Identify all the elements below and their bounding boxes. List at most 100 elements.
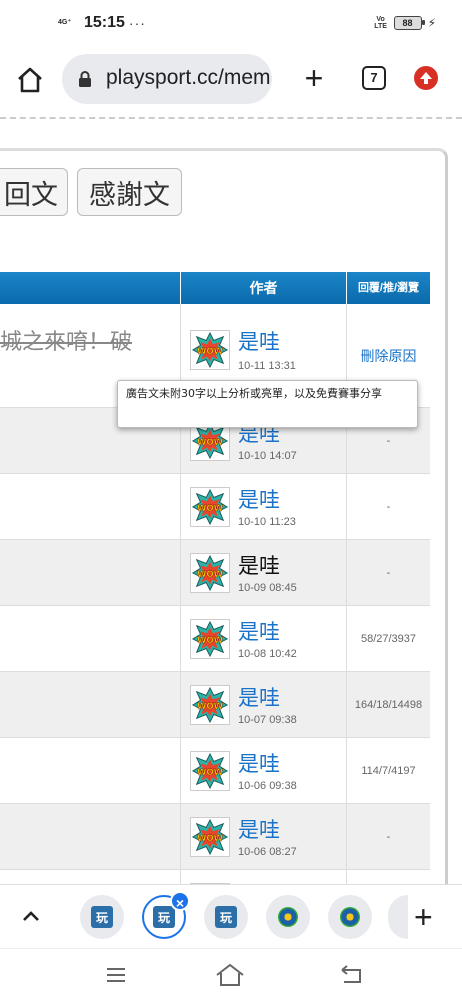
header-author: 作者 [180,272,346,304]
stats-cell: 58/27/3937 [346,606,430,671]
author-name[interactable]: 是哇 [238,326,280,356]
avatar[interactable]: WOW [190,330,230,370]
avatar[interactable]: WOW [190,685,230,725]
wow-avatar-icon: WOW [191,331,229,369]
table-header: 作者 回覆/推/瀏覽 [0,272,430,304]
clock: 15:15 [84,14,125,31]
table-row[interactable]: WOW 是哇 [0,870,430,884]
status-right: Vo LTE 88 ⚡ [374,16,436,30]
notification-dots: ··· [128,15,146,31]
tooltip: 廣告文未附30字以上分析或亮單，以及免費賽事分享 [117,380,418,428]
tab-item[interactable] [266,895,310,939]
author-cell: WOW 是哇 [180,870,346,884]
post-table: 作者 回覆/推/瀏覽 城之來唷！破 WOW 是哇 10-11 13:31 刪除原… [0,272,430,884]
table-row[interactable]: WOW 是哇 10-08 10:42 58/27/3937 [0,606,430,672]
home-icon [18,67,42,93]
charging-icon: ⚡ [427,16,436,30]
author-name[interactable]: 是哇 [238,814,280,844]
avatar[interactable]: WOW [190,553,230,593]
volte-icon: Vo LTE [374,16,387,30]
stats-cell: - [346,474,430,539]
wow-avatar-icon: WOW [191,554,229,592]
new-tab-button[interactable]: + [296,60,332,96]
author-name[interactable]: 是哇 [238,550,280,580]
post-date: 10-07 09:38 [238,714,297,726]
table-row[interactable]: WOW 是哇 10-07 09:38 164/18/14498 [0,672,430,738]
network-indicator: 4G⁺ [58,19,72,26]
post-title[interactable]: 城之來唷！破 [0,324,132,356]
add-tab-button[interactable]: + [414,897,433,937]
site-favicon-icon: 玩 [153,906,175,928]
author-name[interactable]: 是哇 [238,682,280,712]
svg-text:WOW: WOW [197,570,224,580]
svg-text:WOW: WOW [197,636,224,646]
stats-cell: 164/18/14498 [346,672,430,737]
post-date: 10-11 13:31 [238,360,296,372]
menu-icon[interactable] [104,963,128,987]
author-name[interactable]: 是哇 [238,616,280,646]
battery-icon: 88 [393,16,425,30]
lock-icon [79,71,91,87]
wow-avatar-icon: WOW [191,752,229,790]
avatar[interactable]: WOW [190,487,230,527]
wow-avatar-icon: WOW [191,818,229,856]
tab-item[interactable]: 玩 [204,895,248,939]
tab-item[interactable] [328,895,372,939]
author-cell: WOW 是哇 10-06 09:38 [180,738,346,803]
update-button[interactable] [414,66,438,90]
avatar[interactable]: WOW [190,817,230,857]
web-page: 回文 感謝文 作者 回覆/推/瀏覽 城之來唷！破 WOW 是哇 10-11 13… [0,112,462,884]
table-row[interactable]: WOW 是哇 10-10 11:23 - [0,474,430,540]
svg-text:WOW: WOW [197,347,224,357]
close-tab-button[interactable]: × [170,891,190,911]
stats-cell: - [346,804,430,869]
chevron-up-icon[interactable] [18,903,44,929]
svg-text:WOW: WOW [197,438,224,448]
arrow-up-icon [420,72,432,84]
tab-strip: 玩 玩 × 玩 + [0,884,462,948]
table-row[interactable]: WOW 是哇 10-06 08:27 - [0,804,430,870]
wow-avatar-icon: WOW [191,488,229,526]
status-left: 4G⁺ 15:15 ··· [58,14,146,32]
post-date: 10-06 09:38 [238,780,297,792]
avatar[interactable]: WOW [190,619,230,659]
tab-switcher-button[interactable]: 7 [362,66,386,90]
back-icon[interactable] [338,963,366,987]
stats-cell: - [346,540,430,605]
thanks-button[interactable]: 感謝文 [77,168,182,216]
post-date: 10-08 10:42 [238,648,297,660]
reply-button[interactable]: 回文 [0,168,68,216]
site-favicon-icon: 玩 [91,906,113,928]
svg-text:WOW: WOW [197,768,224,778]
author-cell: WOW 是哇 10-09 08:45 [180,540,346,605]
table-row[interactable]: WOW 是哇 10-09 08:45 - [0,540,430,606]
status-bar: 4G⁺ 15:15 ··· Vo LTE 88 ⚡ [0,0,462,46]
author-name[interactable]: 是哇 [238,748,280,778]
globe-favicon-icon [278,907,298,927]
tab-item[interactable]: 玩 [80,895,124,939]
browser-toolbar: playsport.cc/mem + 7 [0,46,462,112]
post-date: 10-06 08:27 [238,846,297,858]
wow-avatar-icon: WOW [191,620,229,658]
tab-item-partial[interactable] [388,895,408,939]
home-button[interactable] [14,64,46,96]
author-cell: WOW 是哇 10-08 10:42 [180,606,346,671]
address-bar[interactable]: playsport.cc/mem [62,54,272,104]
post-date: 10-10 14:07 [238,450,297,462]
stats-cell: 114/7/4197 [346,738,430,803]
site-favicon-icon: 玩 [215,906,237,928]
battery-level: 88 [402,18,413,28]
author-cell: WOW 是哇 10-07 09:38 [180,672,346,737]
delete-reason-link[interactable]: 刪除原因 [361,346,417,366]
system-nav-bar [0,948,462,1000]
url-text: playsport.cc/mem [106,66,271,89]
avatar[interactable]: WOW [190,751,230,791]
header-stats: 回覆/推/瀏覽 [346,272,430,304]
author-name[interactable]: 是哇 [238,484,280,514]
author-cell: WOW 是哇 10-06 08:27 [180,804,346,869]
table-row[interactable]: WOW 是哇 10-06 09:38 114/7/4197 [0,738,430,804]
divider [0,117,462,119]
home-nav-icon[interactable] [214,961,246,989]
svg-text:WOW: WOW [197,504,224,514]
post-date: 10-10 11:23 [238,516,296,528]
